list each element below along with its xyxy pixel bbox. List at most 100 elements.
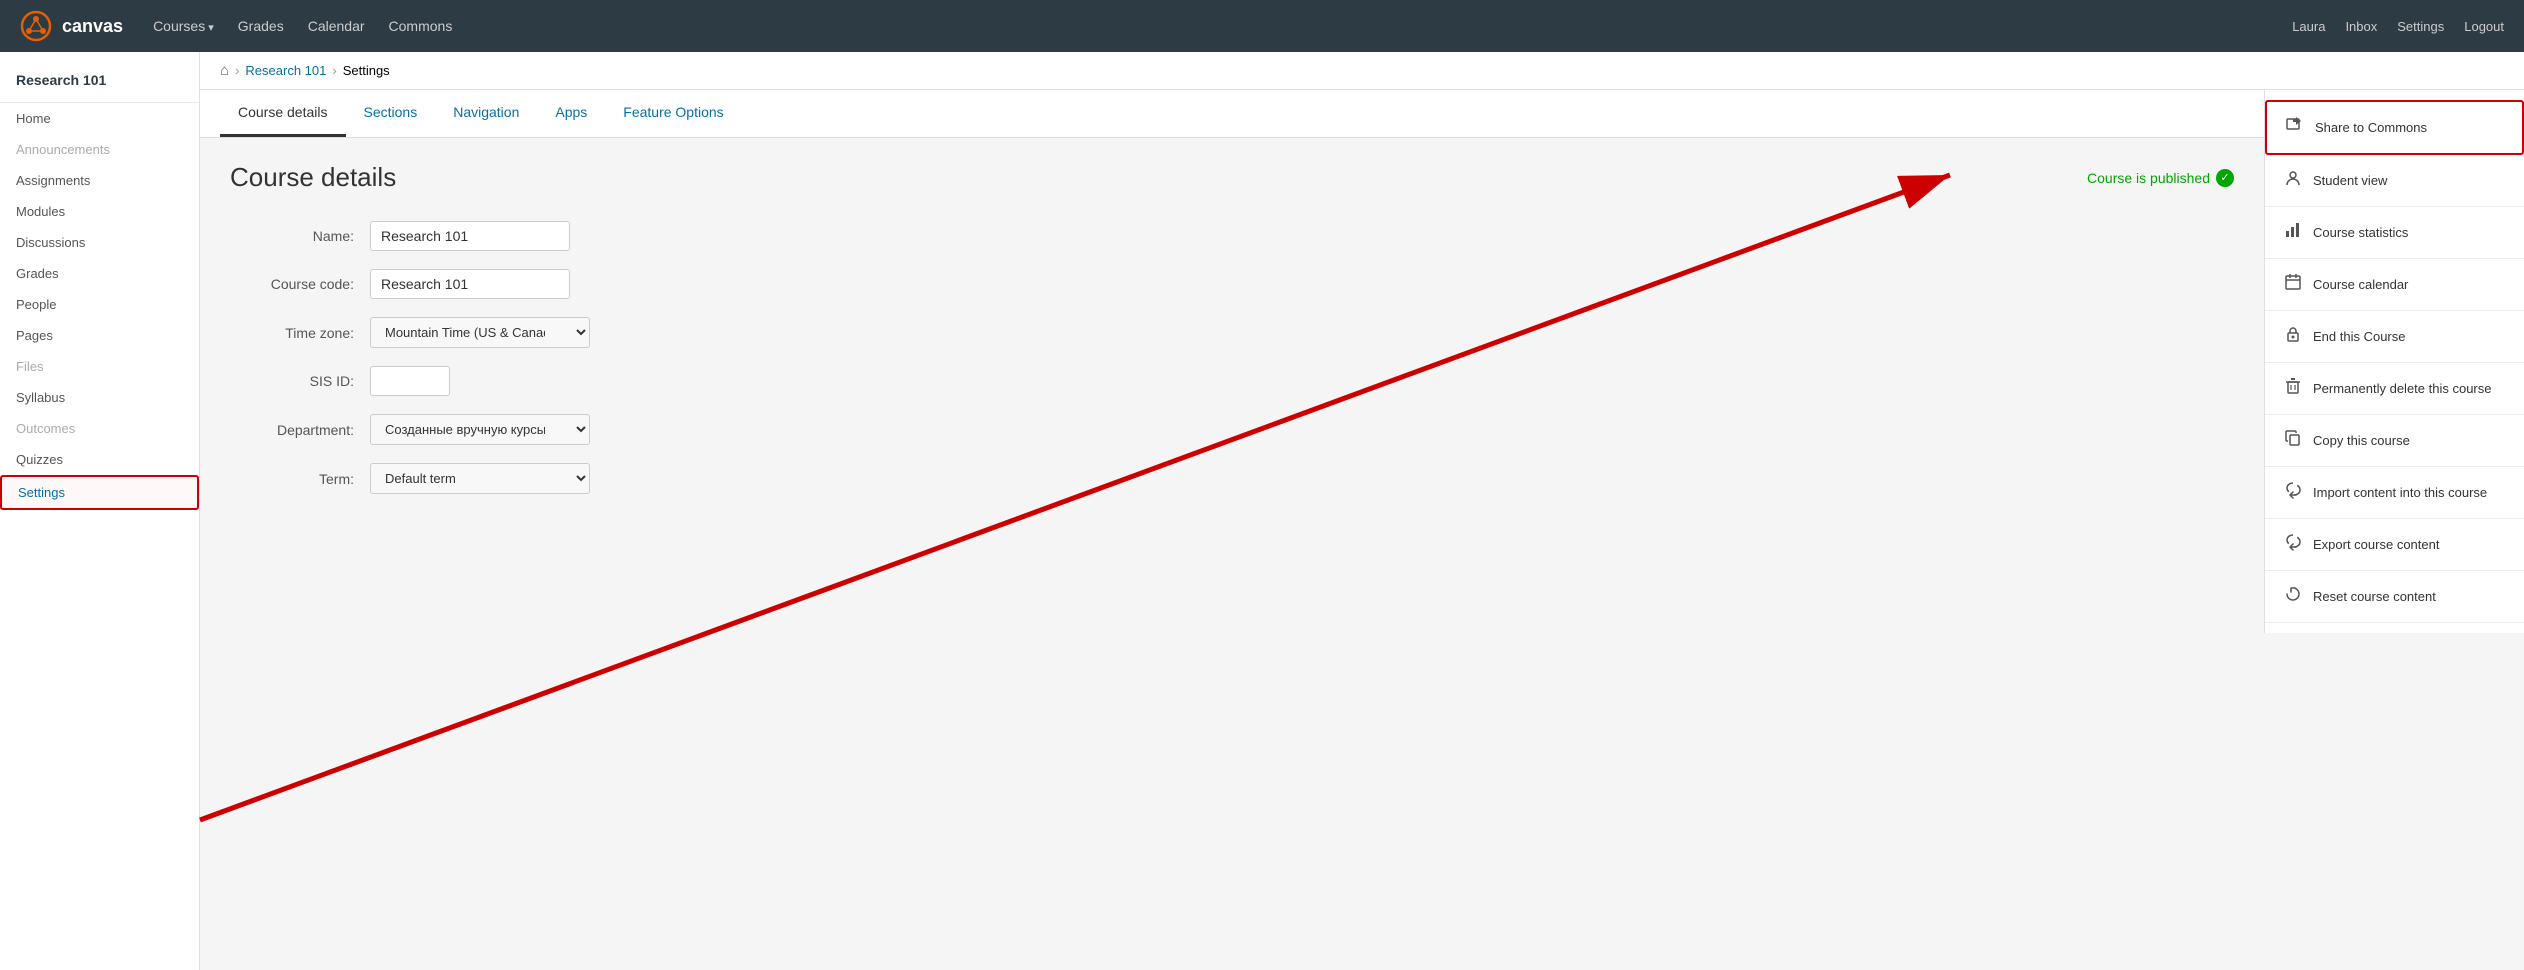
name-input[interactable] xyxy=(370,221,570,251)
nav-commons[interactable]: Commons xyxy=(389,18,453,34)
left-sidebar: Research 101 Home Announcements Assignme… xyxy=(0,52,200,970)
tab-course-details[interactable]: Course details xyxy=(220,90,346,137)
tab-apps[interactable]: Apps xyxy=(537,90,605,137)
course-code-input[interactable] xyxy=(370,269,570,299)
canvas-logo[interactable]: canvas xyxy=(20,10,123,42)
export-content-button[interactable]: Export course content xyxy=(2265,519,2524,571)
logo-text: canvas xyxy=(62,16,123,37)
tab-feature-options[interactable]: Feature Options xyxy=(605,90,741,137)
main-content: ⌂ › Research 101 › Settings Course detai… xyxy=(200,52,2524,970)
student-view-icon xyxy=(2283,169,2303,192)
page-layout: Research 101 Home Announcements Assignme… xyxy=(0,52,2524,970)
delete-course-button[interactable]: Permanently delete this course xyxy=(2265,363,2524,415)
import-content-button[interactable]: Import content into this course xyxy=(2265,467,2524,519)
tab-sections[interactable]: Sections xyxy=(346,90,436,137)
form-row-department: Department: Созданные вручную курсы xyxy=(230,414,2234,445)
department-label: Department: xyxy=(230,422,370,438)
nav-right: Laura Inbox Settings Logout xyxy=(2292,19,2504,34)
course-statistics-button[interactable]: Course statistics xyxy=(2265,207,2524,259)
end-course-icon xyxy=(2283,325,2303,348)
course-calendar-label: Course calendar xyxy=(2313,277,2408,292)
sidebar-item-quizzes[interactable]: Quizzes xyxy=(0,444,199,475)
copy-course-icon xyxy=(2283,429,2303,452)
import-content-icon xyxy=(2283,481,2303,504)
top-navigation: canvas Courses Grades Calendar Commons L… xyxy=(0,0,2524,52)
sis-id-label: SIS ID: xyxy=(230,373,370,389)
published-check-icon: ✓ xyxy=(2216,169,2234,187)
share-commons-icon xyxy=(2285,116,2305,139)
student-view-label: Student view xyxy=(2313,173,2387,188)
nav-left: canvas Courses Grades Calendar Commons xyxy=(20,10,452,42)
breadcrumb-home-icon[interactable]: ⌂ xyxy=(220,62,229,79)
course-statistics-label: Course statistics xyxy=(2313,225,2408,240)
course-details-content: Course details Course is published ✓ Nam… xyxy=(200,138,2264,536)
breadcrumb-sep-1: › xyxy=(235,63,239,78)
published-badge: Course is published ✓ xyxy=(2087,169,2234,187)
sidebar-item-settings[interactable]: Settings xyxy=(0,475,199,510)
sidebar-item-modules[interactable]: Modules xyxy=(0,196,199,227)
copy-course-label: Copy this course xyxy=(2313,433,2410,448)
main-nav-items: Courses Grades Calendar Commons xyxy=(153,18,452,34)
course-details-header: Course details Course is published ✓ xyxy=(230,162,2234,193)
form-row-course-code: Course code: xyxy=(230,269,2234,299)
nav-logout[interactable]: Logout xyxy=(2464,19,2504,34)
breadcrumb: ⌂ › Research 101 › Settings xyxy=(200,52,2524,90)
sidebar-item-syllabus[interactable]: Syllabus xyxy=(0,382,199,413)
content-area: Course details Sections Navigation Apps … xyxy=(200,90,2524,633)
breadcrumb-sep-2: › xyxy=(332,63,336,78)
reset-content-label: Reset course content xyxy=(2313,589,2436,604)
delete-course-label: Permanently delete this course xyxy=(2313,381,2491,396)
delete-course-icon xyxy=(2283,377,2303,400)
term-select[interactable]: Default term xyxy=(370,463,590,494)
sidebar-course-title: Research 101 xyxy=(0,62,199,103)
nav-settings[interactable]: Settings xyxy=(2397,19,2444,34)
course-statistics-icon xyxy=(2283,221,2303,244)
name-label: Name: xyxy=(230,228,370,244)
right-sidebar: Share to Commons Student view xyxy=(2264,90,2524,633)
sidebar-item-grades[interactable]: Grades xyxy=(0,258,199,289)
sidebar-item-assignments[interactable]: Assignments xyxy=(0,165,199,196)
sidebar-item-home[interactable]: Home xyxy=(0,103,199,134)
department-select[interactable]: Созданные вручную курсы xyxy=(370,414,590,445)
tab-navigation[interactable]: Navigation xyxy=(435,90,537,137)
timezone-select[interactable]: Mountain Time (US & Canada) xyxy=(370,317,590,348)
sis-id-input[interactable] xyxy=(370,366,450,396)
course-details-title: Course details xyxy=(230,162,396,193)
form-row-timezone: Time zone: Mountain Time (US & Canada) xyxy=(230,317,2234,348)
form-row-term: Term: Default term xyxy=(230,463,2234,494)
course-calendar-button[interactable]: Course calendar xyxy=(2265,259,2524,311)
nav-courses[interactable]: Courses xyxy=(153,18,214,34)
course-code-label: Course code: xyxy=(230,276,370,292)
form-row-name: Name: xyxy=(230,221,2234,251)
sidebar-item-people[interactable]: People xyxy=(0,289,199,320)
reset-content-button[interactable]: Reset course content xyxy=(2265,571,2524,623)
share-commons-label: Share to Commons xyxy=(2315,120,2427,135)
end-course-button[interactable]: End this Course xyxy=(2265,311,2524,363)
import-content-label: Import content into this course xyxy=(2313,485,2487,500)
sidebar-item-announcements: Announcements xyxy=(0,134,199,165)
settings-tabs: Course details Sections Navigation Apps … xyxy=(200,90,2264,138)
export-content-icon xyxy=(2283,533,2303,556)
student-view-button[interactable]: Student view xyxy=(2265,155,2524,207)
timezone-label: Time zone: xyxy=(230,325,370,341)
form-row-sis-id: SIS ID: xyxy=(230,366,2234,396)
sidebar-item-files: Files xyxy=(0,351,199,382)
sidebar-item-pages[interactable]: Pages xyxy=(0,320,199,351)
nav-user[interactable]: Laura xyxy=(2292,19,2325,34)
nav-calendar[interactable]: Calendar xyxy=(308,18,365,34)
copy-course-button[interactable]: Copy this course xyxy=(2265,415,2524,467)
end-course-label: End this Course xyxy=(2313,329,2406,344)
share-commons-button[interactable]: Share to Commons xyxy=(2265,100,2524,155)
course-calendar-icon xyxy=(2283,273,2303,296)
export-content-label: Export course content xyxy=(2313,537,2439,552)
nav-grades[interactable]: Grades xyxy=(238,18,284,34)
course-main: Course details Sections Navigation Apps … xyxy=(200,90,2264,633)
term-label: Term: xyxy=(230,471,370,487)
breadcrumb-current: Settings xyxy=(343,63,390,78)
published-label: Course is published xyxy=(2087,170,2210,186)
reset-content-icon xyxy=(2283,585,2303,608)
sidebar-item-outcomes: Outcomes xyxy=(0,413,199,444)
breadcrumb-course-link[interactable]: Research 101 xyxy=(245,63,326,78)
sidebar-item-discussions[interactable]: Discussions xyxy=(0,227,199,258)
nav-inbox[interactable]: Inbox xyxy=(2345,19,2377,34)
